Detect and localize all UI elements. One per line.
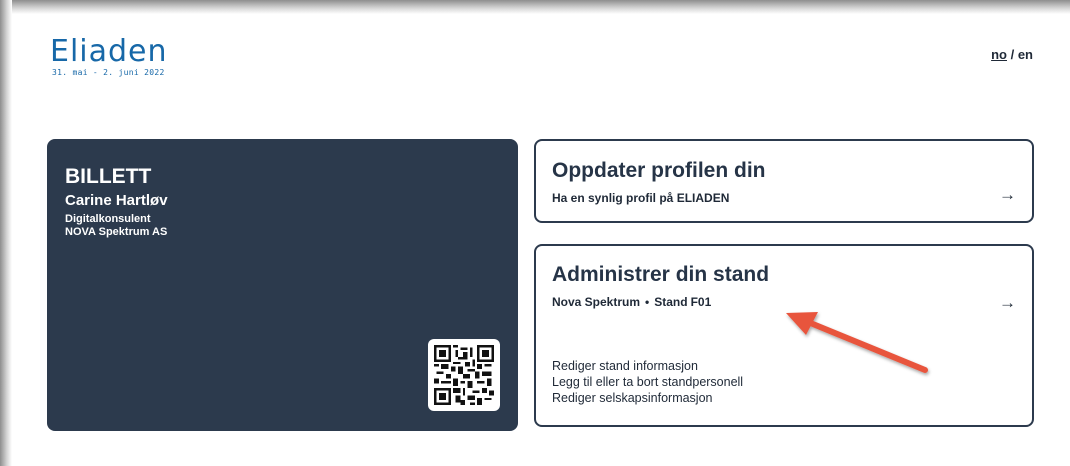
arrow-right-icon: → bbox=[999, 293, 1016, 312]
stand-card-title: Administrer din stand bbox=[552, 263, 770, 286]
ticket-role: Digitalkonsulent bbox=[65, 213, 151, 225]
stand-label: Stand bbox=[654, 295, 688, 309]
logo-text: Eliaden bbox=[50, 34, 168, 69]
arrow-right-icon: → bbox=[999, 185, 1016, 204]
update-profile-card[interactable]: Oppdater profilen din Ha en synlig profi… bbox=[534, 139, 1034, 223]
stand-code: F01 bbox=[690, 295, 712, 309]
frame-shadow bbox=[0, 0, 1070, 14]
stand-links: Rediger stand informasjon Legg til eller… bbox=[552, 358, 743, 406]
eliaden-logo[interactable]: Eliaden 31. mai - 2. juni 2022 bbox=[50, 34, 168, 78]
qr-code-icon bbox=[428, 339, 500, 411]
stand-company: Nova Spektrum bbox=[552, 295, 641, 309]
language-switcher: no / en bbox=[991, 47, 1033, 62]
callout-arrow-icon bbox=[786, 312, 928, 373]
lang-separator: / bbox=[1006, 47, 1018, 62]
ticket-company: NOVA Spektrum AS bbox=[65, 226, 168, 238]
profile-card-subtitle: Ha en synlig profil på ELIADEN bbox=[552, 191, 730, 205]
lang-en-link[interactable]: en bbox=[1018, 47, 1033, 62]
edit-stand-info-link[interactable]: Rediger stand informasjon bbox=[552, 358, 743, 374]
logo-dates: 31. mai - 2. juni 2022 bbox=[52, 68, 165, 77]
lang-no-link[interactable]: no bbox=[991, 47, 1007, 62]
ticket-card: BILLETT Carine Hartløv Digitalkonsulent … bbox=[47, 139, 518, 431]
profile-card-title: Oppdater profilen din bbox=[552, 159, 766, 182]
edit-company-info-link[interactable]: Rediger selskapsinformasjon bbox=[552, 390, 743, 406]
ticket-name: Carine Hartløv bbox=[65, 192, 168, 209]
manage-stand-staff-link[interactable]: Legg til eller ta bort standpersonell bbox=[552, 374, 743, 390]
separator-dot: • bbox=[645, 295, 650, 309]
frame-shadow bbox=[0, 0, 12, 466]
ticket-title: BILLETT bbox=[65, 165, 152, 188]
